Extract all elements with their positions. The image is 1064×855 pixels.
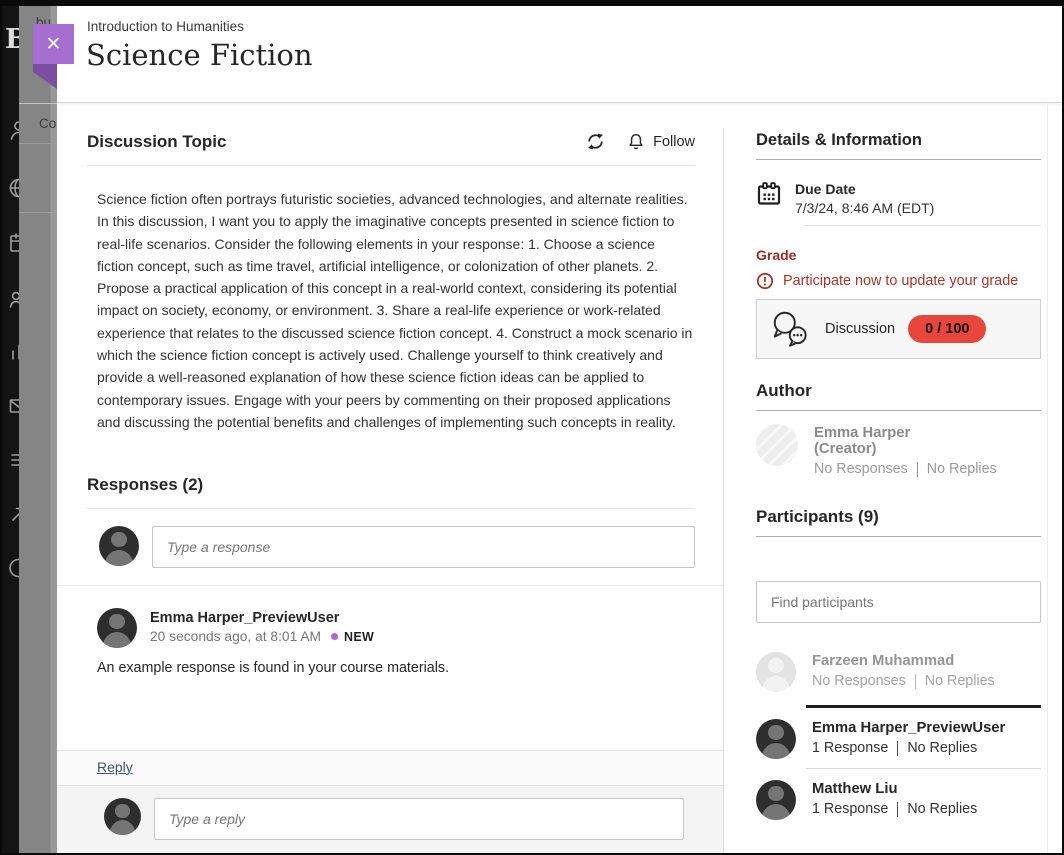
current-user-avatar [99, 526, 139, 566]
participant-name: Farzeen Muhammad [812, 652, 995, 669]
responses-heading: Responses (2) [87, 475, 695, 495]
refresh-icon [585, 131, 606, 152]
due-date-row: Due Date 7/3/24, 8:46 AM (EDT) [756, 181, 1041, 216]
alert-circle-icon [756, 272, 774, 290]
divider [806, 768, 1041, 769]
response-input[interactable] [152, 526, 695, 568]
blackboard-logo: B [5, 26, 19, 53]
discussion-bubbles-icon [769, 309, 813, 349]
topic-actions: Follow [585, 131, 695, 152]
reply-link[interactable]: Reply [97, 759, 133, 775]
participant-responses-count: 1 Response [812, 740, 888, 756]
follow-label: Follow [653, 134, 695, 150]
count-separator [897, 802, 898, 817]
participant-responses-count: No Responses [812, 673, 906, 689]
backdrop-partial-text: Co [39, 116, 56, 131]
participant-replies-count: No Replies [925, 673, 995, 689]
activity-icon [7, 340, 19, 364]
panel-header: Introduction to Humanities Science Ficti… [57, 6, 1062, 103]
grade-section-label: Grade [756, 247, 1041, 263]
people-icon [7, 287, 19, 311]
author-heading: Author [756, 381, 1041, 401]
author-avatar [756, 424, 798, 466]
grade-item-label: Discussion [825, 321, 895, 337]
response-author-name: Emma Harper_PreviewUser [150, 608, 374, 626]
discussion-panel: ✕ Introduction to Humanities Science Fic… [57, 6, 1062, 853]
participant-row[interactable]: Emma Harper_PreviewUser 1 Response No Re… [756, 719, 1041, 759]
divider [756, 410, 1041, 411]
details-sidebar: Details & Information Due Date 7/3/24, 8… [724, 103, 1047, 853]
response-timestamp: 20 seconds ago, at 8:01 AM [150, 629, 321, 644]
follow-button[interactable]: Follow [626, 132, 695, 152]
response-body-text: An example response is found in your cou… [97, 660, 695, 676]
participant-name: Matthew Liu [812, 780, 977, 797]
participant-responses-count: 1 Response [812, 801, 888, 817]
count-separator [915, 674, 916, 689]
response-item: Emma Harper_PreviewUser 20 seconds ago, … [57, 586, 723, 676]
current-user-avatar [104, 798, 141, 835]
bell-icon [626, 132, 646, 152]
page-backdrop-scrim: bu Co [19, 6, 57, 853]
grade-alert: Participate now to update your grade [756, 272, 1041, 290]
participant-avatar [756, 719, 796, 759]
participant-name: Emma Harper_PreviewUser [812, 719, 1005, 736]
author-responses-count: No Responses [814, 461, 908, 477]
reply-section: Reply [57, 750, 723, 853]
participant-row[interactable]: Matthew Liu 1 Response No Replies [756, 780, 1041, 820]
grade-pill-card: Discussion 0 / 100 [756, 299, 1041, 359]
globe-icon [7, 176, 19, 200]
global-nav-sidebar: B [2, 6, 19, 853]
unread-separator [806, 705, 1041, 708]
response-author-avatar [97, 608, 137, 648]
close-button[interactable]: ✕ [33, 24, 74, 64]
participant-avatar [756, 652, 796, 692]
new-badge: NEW [344, 630, 374, 644]
page-title: Science Fiction [86, 38, 313, 72]
due-date-label: Due Date [795, 181, 934, 197]
backdrop-divider [19, 103, 57, 104]
participant-replies-count: No Replies [907, 740, 977, 756]
author-replies-count: No Replies [927, 461, 997, 477]
participant-row[interactable]: Farzeen Muhammad No Responses No Replies [756, 652, 1041, 692]
discussion-topic-heading: Discussion Topic [87, 132, 227, 152]
new-indicator-dot [331, 633, 338, 640]
discussion-content-column: Discussion Topic [57, 103, 723, 853]
participant-replies-count: No Replies [907, 801, 977, 817]
backdrop-divider [19, 143, 57, 144]
grades-list-icon [7, 448, 19, 472]
reply-input[interactable] [154, 798, 684, 840]
grade-alert-text: Participate now to update your grade [783, 273, 1018, 289]
author-row: Emma Harper (Creator) No Responses No Re… [756, 424, 1041, 477]
divider [756, 159, 1041, 160]
external-link-icon [7, 502, 19, 526]
messages-icon [7, 394, 19, 418]
discussion-prompt-text: Science fiction often portrays futuristi… [97, 188, 695, 433]
divider [87, 508, 695, 509]
profile-icon [7, 118, 19, 142]
backdrop-divider [19, 212, 57, 213]
count-separator [917, 462, 918, 477]
scroll-gutter-line [1047, 103, 1048, 853]
close-icon: ✕ [46, 35, 62, 54]
participant-avatar [756, 780, 796, 820]
grade-score-pill: 0 / 100 [908, 315, 986, 343]
screenshot-root: B bu Co ✕ Introduction to Humanities Sci… [0, 0, 1064, 855]
divider [804, 225, 1041, 226]
divider [756, 536, 1041, 537]
count-separator [897, 741, 898, 756]
find-participants-input[interactable] [756, 581, 1041, 623]
breadcrumb-course-name: Introduction to Humanities [87, 19, 244, 34]
divider [87, 165, 695, 166]
calendar-nav-icon [7, 231, 19, 255]
calendar-icon [756, 181, 782, 207]
refresh-button[interactable] [585, 131, 606, 152]
author-role: (Creator) [814, 441, 997, 457]
participants-heading: Participants (9) [756, 507, 1041, 527]
due-date-value: 7/3/24, 8:46 AM (EDT) [795, 200, 934, 216]
recent-icon [7, 556, 19, 580]
author-name: Emma Harper [814, 424, 997, 441]
details-heading: Details & Information [756, 131, 1041, 150]
